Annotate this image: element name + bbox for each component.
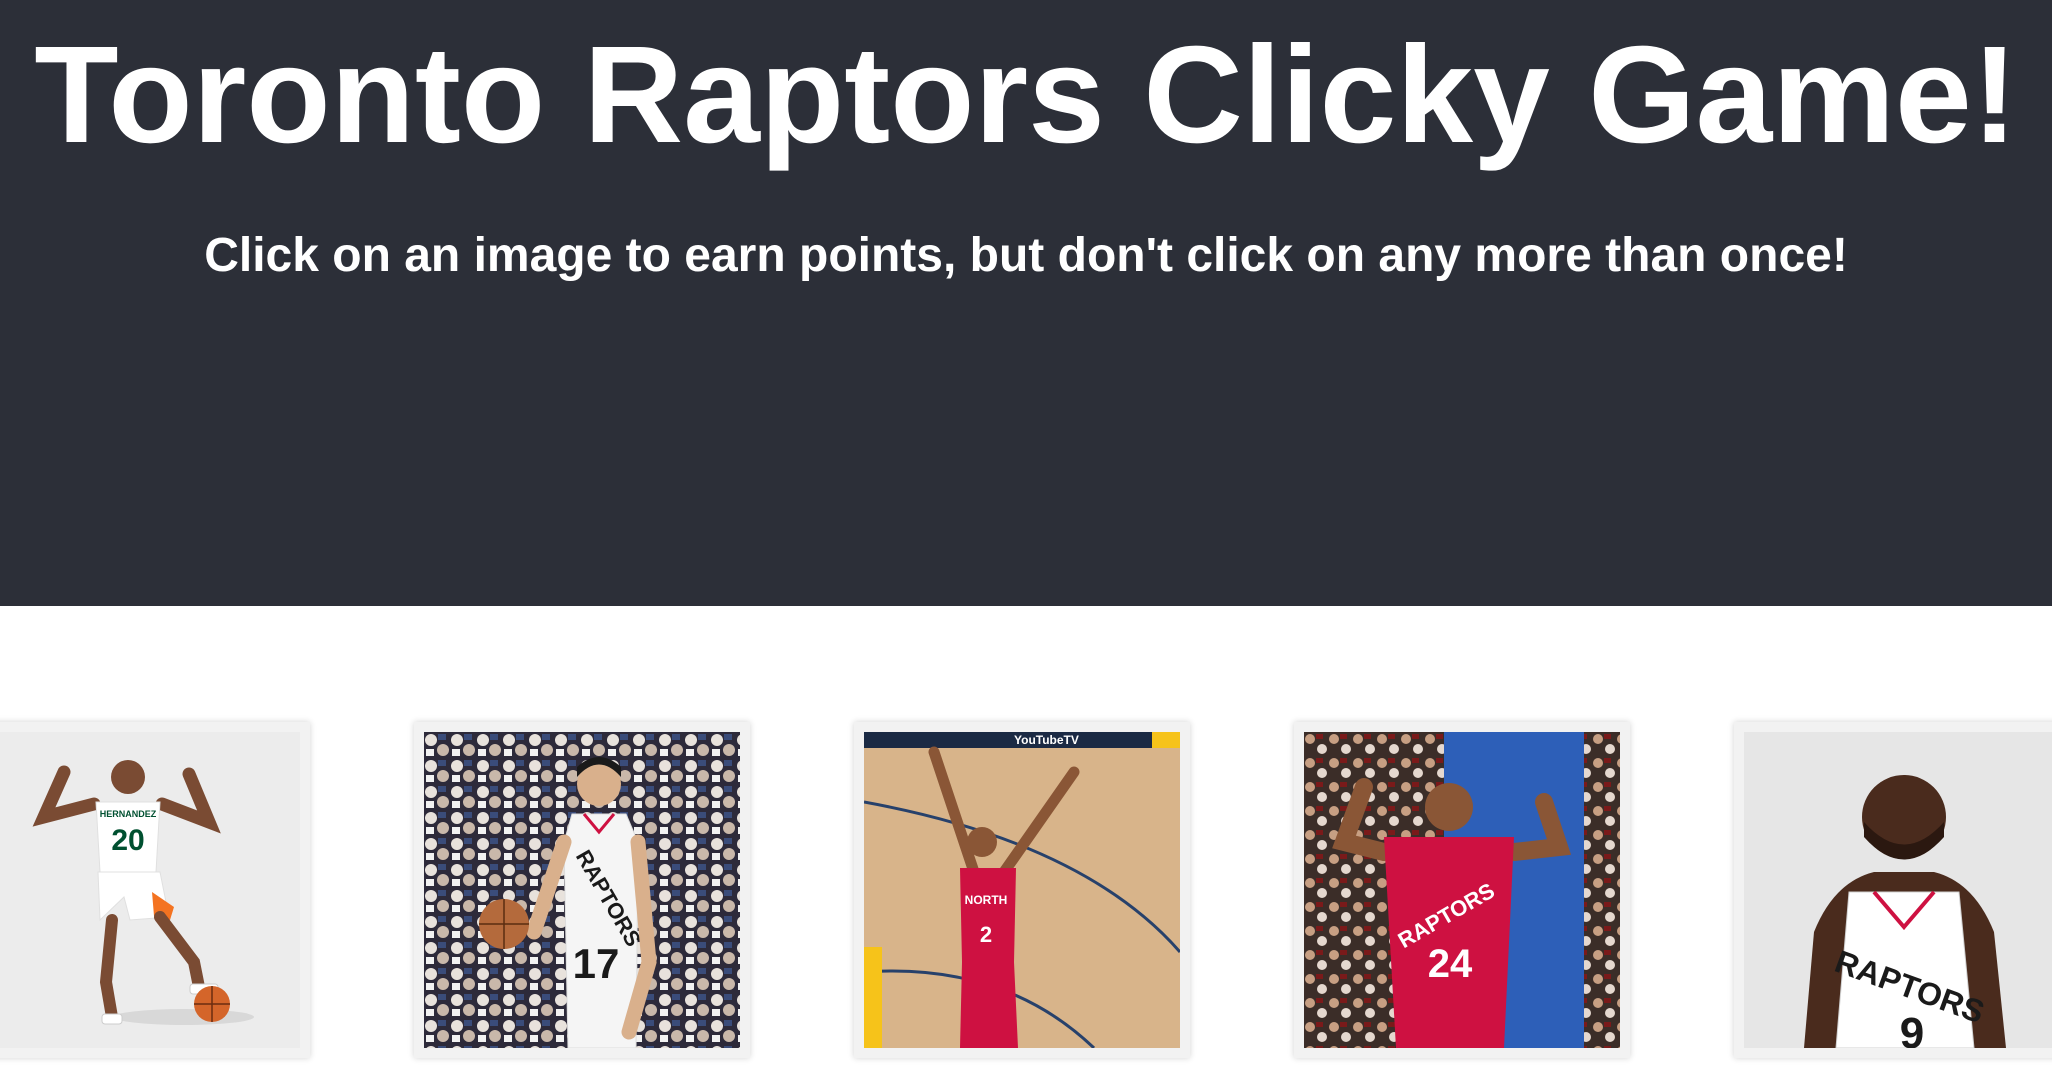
jersey-name: HERNANDEZ bbox=[100, 809, 157, 819]
player-card-9[interactable]: RAPTORS 9 bbox=[1734, 722, 2052, 1058]
player-card-24[interactable]: RAPTORS 24 bbox=[1294, 722, 1630, 1058]
jersey-number: 2 bbox=[980, 922, 992, 947]
jersey-number: 20 bbox=[111, 824, 144, 857]
jersey-number: 9 bbox=[1900, 1009, 1924, 1048]
player-card-17[interactable]: RAPTORS 17 bbox=[414, 722, 750, 1058]
player-image[interactable]: RAPTORS 9 bbox=[1744, 732, 2052, 1048]
instructions-text: Click on an image to earn points, but do… bbox=[204, 229, 1848, 282]
player-image[interactable]: RAPTORS 17 bbox=[424, 732, 740, 1048]
court-banner: YouTubeTV bbox=[1014, 733, 1079, 747]
jersey-number: 17 bbox=[573, 940, 620, 987]
player-card-hernandez[interactable]: HERNANDEZ 20 bbox=[0, 722, 310, 1058]
jumbotron-header: Toronto Raptors Clicky Game! Click on an… bbox=[0, 0, 2052, 606]
player-image[interactable]: YouTubeTV NORTH 2 bbox=[864, 732, 1180, 1048]
jersey-number: 24 bbox=[1428, 942, 1473, 986]
player-image[interactable]: HERNANDEZ 20 bbox=[0, 732, 300, 1048]
player-card-2[interactable]: YouTubeTV NORTH 2 bbox=[854, 722, 1190, 1058]
page-title: Toronto Raptors Clicky Game! bbox=[34, 18, 2018, 172]
jersey-text: NORTH bbox=[965, 893, 1008, 907]
player-image[interactable]: RAPTORS 24 bbox=[1304, 732, 1620, 1048]
image-gallery: HERNANDEZ 20 RAPTORS 17 YouTubeTV NORTH … bbox=[0, 606, 2052, 1066]
